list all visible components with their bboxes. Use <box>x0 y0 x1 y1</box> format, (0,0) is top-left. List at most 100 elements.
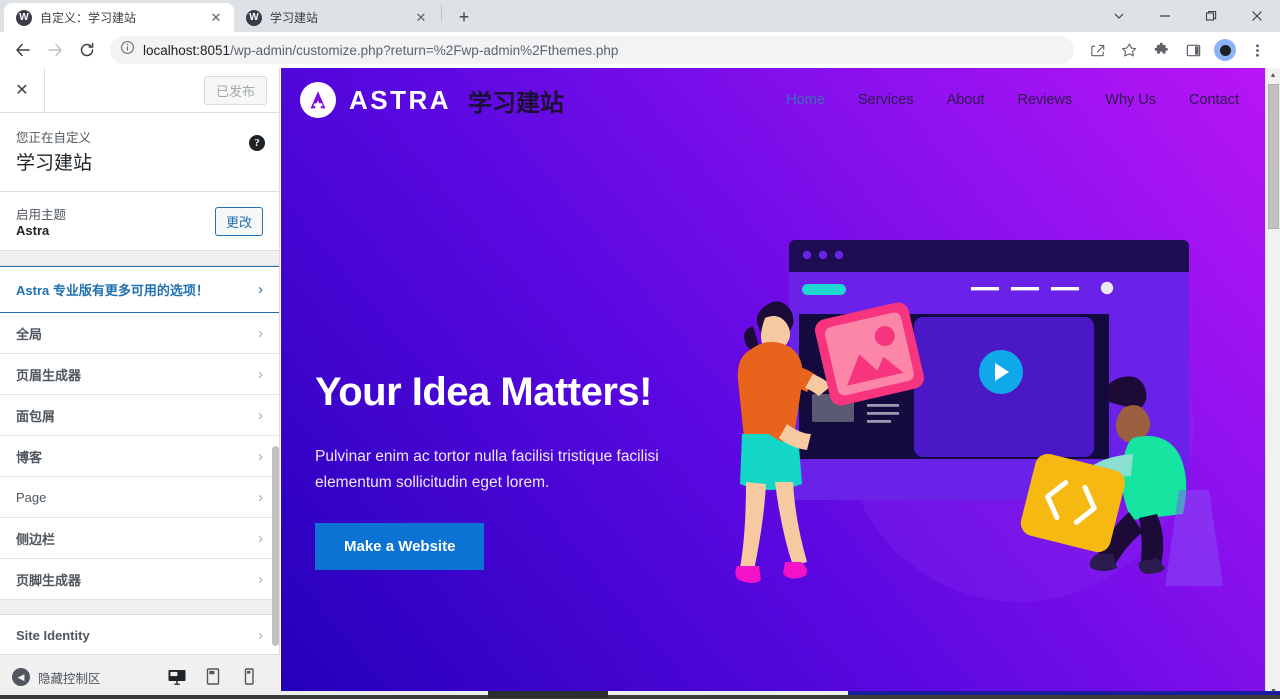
browser-tab-0[interactable]: W 自定义：学习建站 ✕ <box>4 3 234 32</box>
taskbar-blue-strip <box>848 691 1280 695</box>
profile-avatar[interactable] <box>1210 35 1240 65</box>
tab-strip: W 自定义：学习建站 ✕ W 学习建站 ✕ + <box>0 0 1280 32</box>
section-label: Site Identity <box>16 627 90 643</box>
sidebar-item-footer-builder[interactable]: 页脚生成器 › <box>0 559 279 600</box>
publish-button[interactable]: 已发布 <box>203 75 267 105</box>
astra-pro-notice[interactable]: Astra 专业版有更多可用的选项！ › <box>0 266 279 313</box>
customizer-sections-list: Astra 专业版有更多可用的选项！ › 全局 › 页眉生成器 › 面包屑 › … <box>0 266 279 699</box>
nav-link-about[interactable]: About <box>947 92 985 108</box>
section-label: 全局 <box>16 326 43 342</box>
reload-icon[interactable] <box>72 35 102 65</box>
address-bar[interactable]: localhost:8051/wp-admin/customize.php?re… <box>110 36 1074 64</box>
window-controls <box>1096 0 1280 32</box>
panel-divider <box>0 251 279 266</box>
make-a-website-button[interactable]: Make a Website <box>315 523 485 571</box>
hero-title: Your Idea Matters! <box>315 370 653 414</box>
help-icon[interactable]: ? <box>249 135 265 151</box>
minimize-button[interactable] <box>1142 0 1188 32</box>
tab-close-icon[interactable]: ✕ <box>413 10 429 26</box>
section-label: Page <box>16 489 47 505</box>
forward-icon[interactable] <box>40 35 70 65</box>
astra-pro-label: Astra 专业版有更多可用的选项！ <box>16 283 209 298</box>
nav-link-contact[interactable]: Contact <box>1189 92 1239 108</box>
chevron-right-icon: › <box>258 488 263 506</box>
scrollbar-thumb[interactable] <box>272 446 279 646</box>
active-theme-row: 启用主题 Astra 更改 <box>0 192 279 251</box>
section-label: 侧边栏 <box>16 531 56 547</box>
customizer-panel: ✕ 已发布 您正在自定义 学习建站 ? 启用主题 Astra 更改 Astra … <box>0 67 280 699</box>
tab-divider <box>441 5 442 21</box>
maximize-button[interactable] <box>1188 0 1234 32</box>
tab-close-icon[interactable]: ✕ <box>208 10 224 26</box>
section-label: 页脚生成器 <box>16 572 82 588</box>
new-tab-button[interactable]: + <box>450 3 478 31</box>
tab-title: 自定义：学习建站 <box>40 11 137 25</box>
taskbar-window-strip <box>0 691 848 695</box>
sidebar-item-breadcrumb[interactable]: 面包屑 › <box>0 395 279 436</box>
taskbar-active-app <box>488 691 608 698</box>
nav-link-reviews[interactable]: Reviews <box>1017 92 1072 108</box>
desktop-preview-icon[interactable] <box>164 665 190 699</box>
chevron-right-icon: › <box>258 570 263 588</box>
sidebar-item-blog[interactable]: 博客 › <box>0 436 279 477</box>
change-theme-button[interactable]: 更改 <box>214 206 263 236</box>
customizer-scrollbar[interactable] <box>272 266 279 699</box>
sidebar-item-site-identity[interactable]: Site Identity › <box>0 615 279 656</box>
hero-illustration <box>709 222 1265 699</box>
url-text: localhost:8051/wp-admin/customize.php?re… <box>143 42 619 58</box>
site-title: 学习建站 <box>468 89 565 117</box>
nav-link-home[interactable]: Home <box>786 92 825 108</box>
customizing-info: 您正在自定义 学习建站 ? <box>0 113 279 192</box>
info-icon[interactable] <box>120 40 135 60</box>
sidebar-item-header-builder[interactable]: 页眉生成器 › <box>0 354 279 395</box>
nav-link-services[interactable]: Services <box>858 92 914 108</box>
hero-subtitle: Pulvinar enim ac tortor nulla facilisi t… <box>315 448 659 491</box>
sidebar-item-page[interactable]: Page › <box>0 477 279 518</box>
scroll-up-arrow-icon[interactable]: ▲ <box>1266 68 1280 83</box>
section-group-divider <box>0 600 279 615</box>
back-icon[interactable] <box>8 35 38 65</box>
bookmark-star-icon[interactable] <box>1114 35 1144 65</box>
site-branding[interactable]: ASTRA 学习建站 <box>300 82 564 118</box>
section-label: 面包屑 <box>16 408 56 424</box>
site-header: ASTRA 学习建站 Home Services About Reviews W… <box>281 68 1265 132</box>
customizer-header: ✕ 已发布 <box>0 67 279 113</box>
wordpress-favicon-icon: W <box>246 9 262 26</box>
tab-title: 学习建站 <box>270 11 319 25</box>
close-window-button[interactable] <box>1234 0 1280 32</box>
chevron-right-icon: › <box>258 406 263 424</box>
sidebar-item-global[interactable]: 全局 › <box>0 313 279 354</box>
side-panel-icon[interactable] <box>1178 35 1208 65</box>
primary-nav: Home Services About Reviews Why Us Conta… <box>786 92 1239 108</box>
brand-name: ASTRA <box>349 84 452 115</box>
collapse-label: 隐藏控制区 <box>38 671 101 686</box>
customizing-label: 您正在自定义 <box>16 131 92 145</box>
share-icon[interactable] <box>1082 35 1112 65</box>
mobile-preview-icon[interactable] <box>238 665 260 689</box>
page-scrollbar[interactable]: ▲ ▼ <box>1265 68 1280 699</box>
chevron-right-icon: › <box>258 281 263 298</box>
browser-toolbar: localhost:8051/wp-admin/customize.php?re… <box>0 32 1280 68</box>
sidebar-item-sidebar[interactable]: 侧边栏 › <box>0 518 279 559</box>
astra-logo-icon <box>300 82 336 118</box>
site-name: 学习建站 <box>16 153 93 174</box>
tablet-preview-icon[interactable] <box>202 665 224 689</box>
chevron-right-icon: › <box>258 324 263 342</box>
active-theme-name: Astra <box>16 223 50 238</box>
close-customizer-button[interactable]: ✕ <box>0 67 45 113</box>
page-content: ✕ 已发布 您正在自定义 学习建站 ? 启用主题 Astra 更改 Astra … <box>0 67 1280 699</box>
device-preview-switcher <box>164 665 260 699</box>
nav-link-why-us[interactable]: Why Us <box>1105 92 1156 108</box>
section-label: 页眉生成器 <box>16 367 82 383</box>
three-dot-menu-icon[interactable] <box>1242 35 1272 65</box>
browser-window: W 自定义：学习建站 ✕ W 学习建站 ✕ + localhost:8051/w… <box>0 0 1280 699</box>
os-taskbar <box>0 691 1280 699</box>
extensions-puzzle-icon[interactable] <box>1146 35 1176 65</box>
collapse-panel-button[interactable]: ◀ 隐藏控制区 <box>12 668 166 687</box>
hero-copy: Your Idea Matters! Pulvinar enim ac tort… <box>315 370 715 571</box>
chevron-right-icon: › <box>258 365 263 383</box>
page-scrollbar-thumb[interactable] <box>1268 84 1279 229</box>
browser-tab-1[interactable]: W 学习建站 ✕ <box>234 3 439 32</box>
section-label: 博客 <box>16 449 43 465</box>
tab-search-icon[interactable] <box>1096 0 1142 32</box>
